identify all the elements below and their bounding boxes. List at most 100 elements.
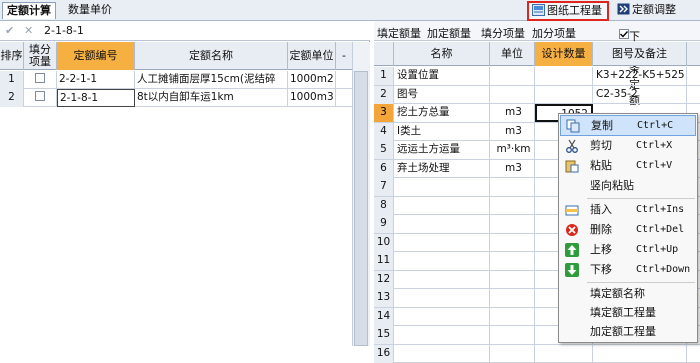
cell-unit[interactable]: [490, 271, 535, 289]
header-design-qty[interactable]: 设计数量: [535, 42, 593, 66]
menu-item-vertical-paste[interactable]: 竖向粘贴: [560, 176, 696, 197]
drawing-quantity-label: 图纸工程量: [547, 4, 602, 17]
table-row[interactable]: 16: [374, 345, 700, 363]
quota-adjust-label: 定额调整: [632, 3, 676, 16]
cell-name[interactable]: [394, 197, 490, 215]
row-number: 4: [374, 123, 394, 141]
cell-unit[interactable]: [490, 215, 535, 233]
next-quota-checkbox[interactable]: [619, 29, 629, 39]
drawing-quantity-button[interactable]: 图纸工程量: [527, 1, 609, 21]
cell-drawing-ref[interactable]: C2-35-2: [593, 86, 687, 104]
header-name[interactable]: 名称: [394, 42, 490, 66]
cell-unit[interactable]: m3: [490, 104, 535, 122]
cell-unit[interactable]: [490, 197, 535, 215]
row-number: 11: [374, 252, 394, 270]
cell-name[interactable]: 图号: [394, 86, 490, 104]
cell-name[interactable]: I类土: [394, 123, 490, 141]
cell-unit[interactable]: m3: [490, 123, 535, 141]
cell-drawing-ref[interactable]: K3+222-K5+525: [593, 67, 687, 85]
header-quota-unit[interactable]: 定额单位: [288, 42, 336, 70]
row-number: 8: [374, 197, 394, 215]
cell-design-qty[interactable]: [535, 86, 593, 104]
add-quota-qty-button[interactable]: 加定额量: [427, 25, 471, 41]
table-row[interactable]: 1 2-2-1-1 人工摊铺面层厚15cm(泥结碎 1000m2: [0, 71, 352, 89]
header-unit[interactable]: 单位: [490, 42, 535, 66]
cell-unit[interactable]: m3: [490, 160, 535, 178]
confirm-check-icon[interactable]: ✔: [5, 24, 14, 37]
cell-name[interactable]: [394, 252, 490, 270]
cancel-x-icon[interactable]: ✕: [24, 24, 33, 37]
add-sub-qty-button[interactable]: 加分项量: [532, 25, 576, 41]
header-fill-sub[interactable]: 填分项量: [24, 42, 57, 70]
cell-unit[interactable]: [490, 345, 535, 363]
menu-item-move-up[interactable]: 上移Ctrl+Up: [560, 240, 696, 261]
menu-item-delete[interactable]: 删除Ctrl+Del: [560, 220, 696, 241]
header-drawing-ref[interactable]: 图号及备注: [593, 42, 687, 66]
menu-item-copy[interactable]: 复制Ctrl+C: [560, 115, 696, 136]
cell-name[interactable]: 远运土方运量: [394, 141, 490, 159]
menu-item-move-down[interactable]: 下移Ctrl+Down: [560, 260, 696, 281]
edit-value-input[interactable]: 2-1-8-1: [44, 24, 84, 37]
cell-unit[interactable]: [490, 308, 535, 326]
cell-name[interactable]: [394, 215, 490, 233]
fill-checkbox[interactable]: [35, 91, 45, 101]
header-extra: -: [336, 42, 352, 70]
cell-quota-unit[interactable]: 1000m3: [288, 89, 336, 107]
header-quota-code[interactable]: 定额编号: [57, 42, 135, 70]
menu-item-add-quota-qty[interactable]: 加定额工程量: [560, 322, 696, 343]
menu-item-paste[interactable]: 粘贴Ctrl+V: [560, 156, 696, 177]
cell-quota-name[interactable]: 人工摊铺面层厚15cm(泥结碎: [135, 71, 288, 89]
header-seq[interactable]: 排序: [0, 42, 24, 70]
row-seq: 1: [0, 71, 24, 89]
cell-name[interactable]: [394, 308, 490, 326]
row-number: 1: [374, 67, 394, 85]
cell-unit[interactable]: [490, 252, 535, 270]
cell-quota-unit[interactable]: 1000m2: [288, 71, 336, 89]
cell-design-qty[interactable]: [535, 67, 593, 85]
cell-name[interactable]: [394, 178, 490, 196]
fill-quota-qty-button[interactable]: 填定额量: [377, 25, 421, 41]
row-number: 3: [374, 104, 394, 122]
tab-quantity-unit-price[interactable]: 数量单价: [64, 2, 116, 19]
cell-name[interactable]: [394, 326, 490, 344]
header-quota-name[interactable]: 定额名称: [135, 42, 288, 70]
cell-unit[interactable]: m³·km: [490, 141, 535, 159]
formula-edit-bar: ✔ ✕ 2-1-8-1: [0, 21, 370, 41]
fill-checkbox[interactable]: [35, 73, 45, 83]
cell-name[interactable]: [394, 289, 490, 307]
scrollbar-thumb[interactable]: [354, 71, 368, 346]
cell-design-qty[interactable]: [535, 345, 593, 363]
cell-unit[interactable]: [490, 178, 535, 196]
cell-unit[interactable]: [490, 289, 535, 307]
cell-drawing-ref[interactable]: [593, 345, 687, 363]
cell-name[interactable]: 挖土方总量: [394, 104, 490, 122]
menu-item-insert[interactable]: 插入Ctrl+Ins: [560, 200, 696, 221]
cell-name[interactable]: [394, 271, 490, 289]
table-row[interactable]: 1设置位置 K3+222-K5+525: [374, 67, 700, 86]
cell-name[interactable]: 弃土场处理: [394, 160, 490, 178]
fill-sub-qty-button[interactable]: 填分项量: [481, 25, 525, 41]
table-row[interactable]: 2图号C2-35-2: [374, 86, 700, 105]
row-seq: 2: [0, 89, 24, 107]
arrow-down-icon: [565, 263, 579, 277]
row-number: 7: [374, 178, 394, 196]
fill-checkbox-cell: [24, 89, 57, 107]
tab-quota-calc[interactable]: 定额计算: [2, 2, 56, 19]
cell-quota-code[interactable]: 2-2-1-1: [57, 71, 135, 89]
cell-unit[interactable]: [490, 67, 535, 85]
header-rownum: [374, 42, 394, 66]
cell-quota-name[interactable]: 8t以内自卸车运1km: [135, 89, 288, 107]
menu-item-fill-quota-qty[interactable]: 填定额工程量: [560, 303, 696, 324]
quota-adjust-button[interactable]: 定额调整: [613, 2, 680, 19]
menu-item-fill-quota-name[interactable]: 填定额名称: [560, 284, 696, 305]
cell-unit[interactable]: [490, 86, 535, 104]
cell-unit[interactable]: [490, 326, 535, 344]
cell-unit[interactable]: [490, 234, 535, 252]
cell-quota-code-selected[interactable]: 2-1-8-1: [57, 89, 135, 107]
cell-name[interactable]: [394, 234, 490, 252]
table-row[interactable]: 2 2-1-8-1 8t以内自卸车运1km 1000m3: [0, 89, 352, 107]
next-quota-toggle[interactable]: 下一条定额: [619, 24, 629, 37]
cell-name[interactable]: [394, 345, 490, 363]
menu-item-cut[interactable]: 剪切Ctrl+X: [560, 136, 696, 157]
cell-name[interactable]: 设置位置: [394, 67, 490, 85]
